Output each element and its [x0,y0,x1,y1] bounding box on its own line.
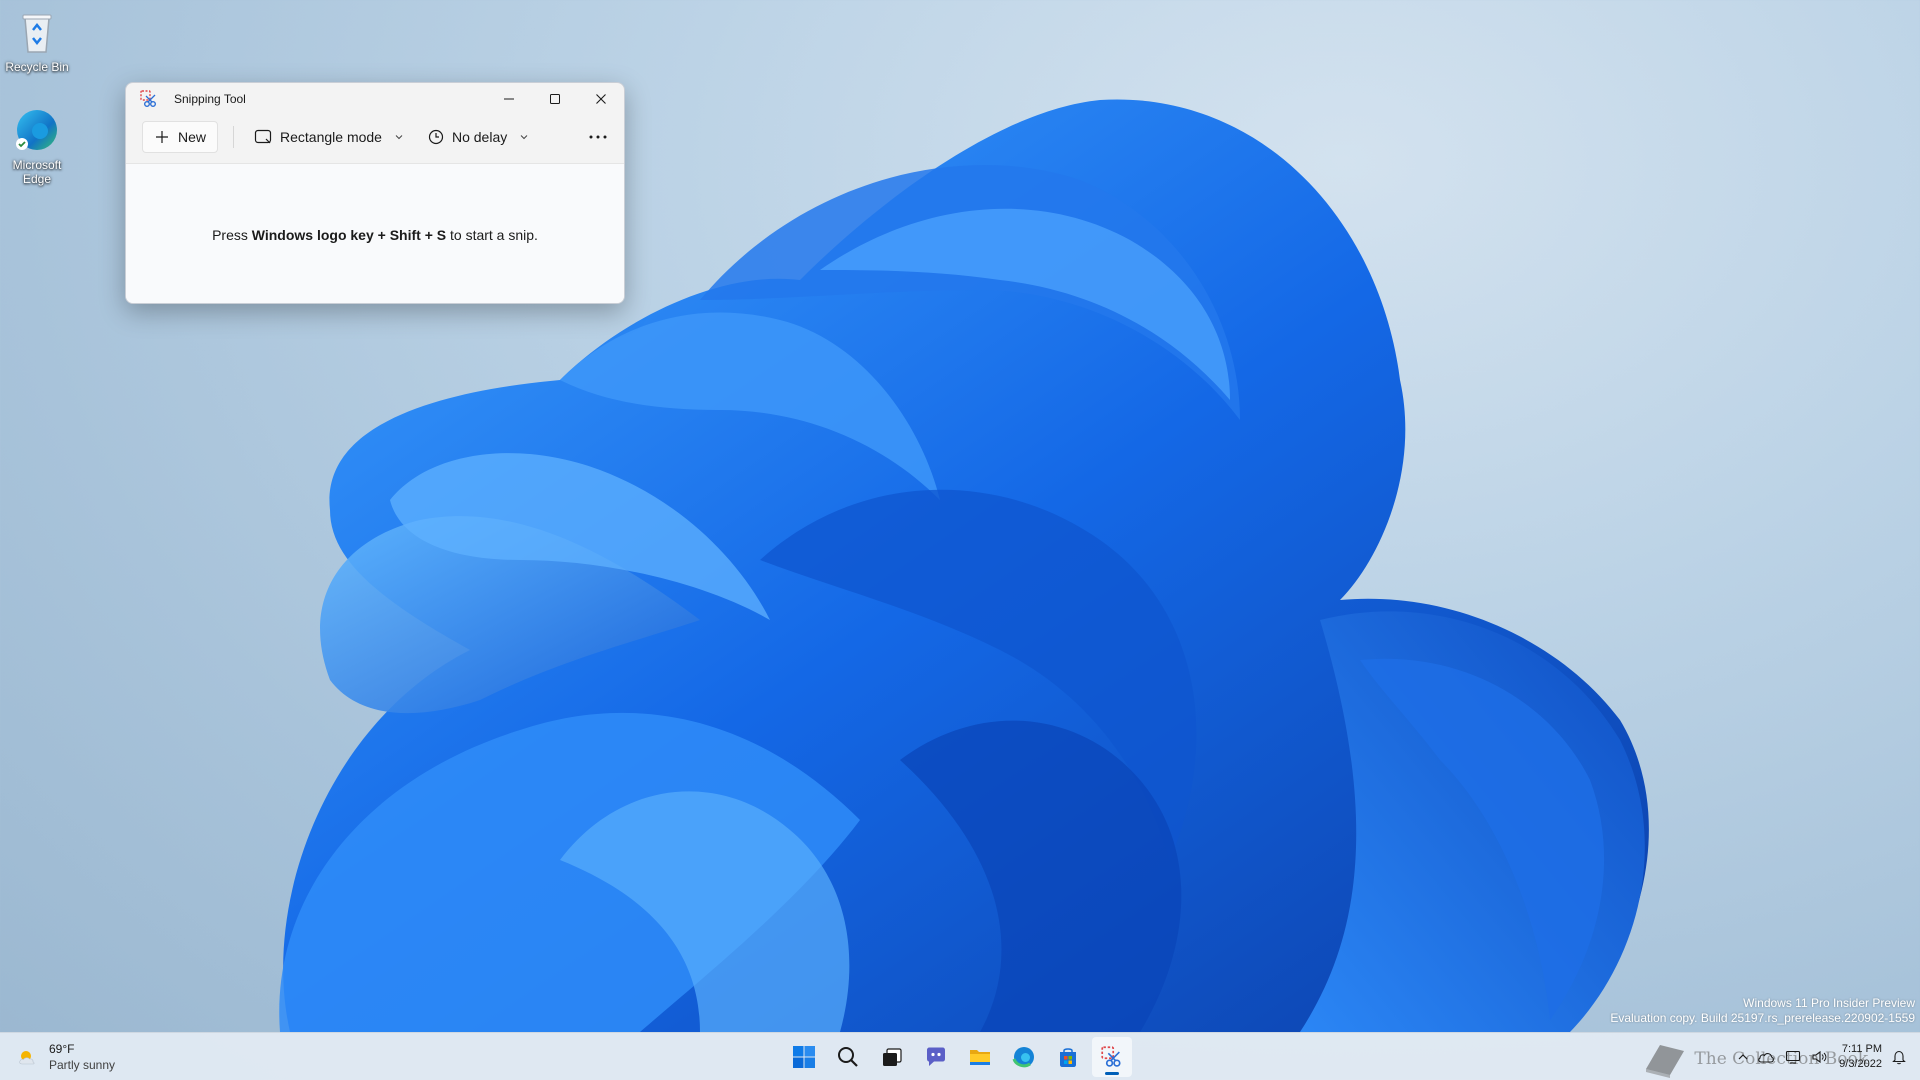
more-options-button[interactable] [582,121,614,153]
clock-icon [428,129,444,145]
plus-icon [156,131,168,143]
snipping-tool-window: Snipping Tool New Rectangle mode No dela… [125,82,625,304]
search-button[interactable] [828,1037,868,1077]
toolbar-separator [233,126,235,148]
minimize-icon [504,98,514,100]
watermark-line-1: Windows 11 Pro Insider Preview [1743,996,1915,1010]
system-tray: 7:11 PM 9/3/2022 [1737,1033,1920,1080]
instruction-text: Press Windows logo key + Shift + S to st… [212,227,538,243]
search-icon [838,1047,858,1067]
more-icon [589,135,607,139]
shortcut-keys: Windows logo key + Shift + S [251,226,447,243]
quick-settings[interactable] [1757,1050,1827,1064]
delay-label: No delay [451,129,508,145]
store-button[interactable] [1048,1037,1088,1077]
toolbar: New Rectangle mode No delay [126,115,624,159]
instruction-suffix: to start a snip. [446,226,538,243]
edge-icon [1012,1047,1034,1068]
weather-temp: 69°F [49,1042,75,1056]
edge-icon [16,110,57,150]
edge-taskbar-button[interactable] [1004,1037,1044,1077]
teams-chat-button[interactable] [916,1037,956,1077]
instruction-prefix: Press [212,226,252,243]
evaluation-watermark: Windows 11 Pro Insider Preview Evaluatio… [1610,996,1915,1026]
clock-time: 7:11 PM [1841,1043,1882,1055]
clock-date: 9/3/2022 [1839,1058,1882,1070]
snipping-tool-taskbar-button[interactable] [1092,1037,1132,1077]
snip-area: Press Windows logo key + Shift + S to st… [126,163,624,303]
delay-dropdown[interactable]: No delay [422,121,535,153]
volume-icon [1812,1050,1827,1064]
caption-buttons [486,83,624,115]
file-explorer-icon [970,1050,990,1065]
chevron-up-icon[interactable] [1737,1051,1749,1063]
desktop-icon-recycle-bin[interactable]: Recycle Bin [0,8,75,74]
snip-mode-label: Rectangle mode [280,129,382,145]
new-button-label: New [178,129,207,145]
rectangle-mode-icon [254,129,272,144]
store-icon [1060,1048,1076,1067]
recycle-bin-icon [22,14,52,53]
teams-chat-icon [927,1047,945,1066]
window-title: Snipping Tool [174,92,246,106]
taskbar-apps [784,1037,1132,1077]
maximize-icon [550,94,560,104]
desktop-icon-label: Microsoft Edge [12,158,62,186]
chevron-down-icon [395,135,403,140]
notification-bell-icon[interactable] [1892,1049,1906,1065]
watermark-line-2: Evaluation copy. Build 25197.rs_prerelea… [1610,1011,1915,1025]
clock[interactable]: 7:11 PM 9/3/2022 [1839,1042,1882,1072]
weather-widget[interactable]: 69°F Partly sunny [16,1041,115,1073]
snipping-tool-icon [1101,1046,1121,1067]
file-explorer-button[interactable] [960,1037,1000,1077]
chevron-down-icon [520,135,528,140]
network-icon [1786,1050,1801,1064]
new-snip-button[interactable]: New [142,121,219,153]
onedrive-icon [1758,1053,1775,1063]
scissors-icon [140,90,156,107]
start-icon [793,1046,815,1068]
start-button[interactable] [784,1037,824,1077]
taskbar: 69°F Partly sunny The Collection Book 7:… [0,1032,1920,1080]
close-icon [596,94,606,104]
snip-mode-dropdown[interactable]: Rectangle mode [248,121,410,153]
desktop-icon-label: Recycle Bin [5,60,69,74]
task-view-icon [883,1048,902,1066]
close-button[interactable] [578,83,624,115]
minimize-button[interactable] [486,83,532,115]
desktop-icon-microsoft-edge[interactable]: Microsoft Edge [0,106,75,186]
weather-condition: Partly sunny [49,1058,116,1072]
partly-sunny-icon [19,1051,35,1065]
book-icon [1646,1045,1685,1078]
maximize-button[interactable] [532,83,578,115]
title-bar[interactable]: Snipping Tool [126,83,624,115]
task-view-button[interactable] [872,1037,912,1077]
